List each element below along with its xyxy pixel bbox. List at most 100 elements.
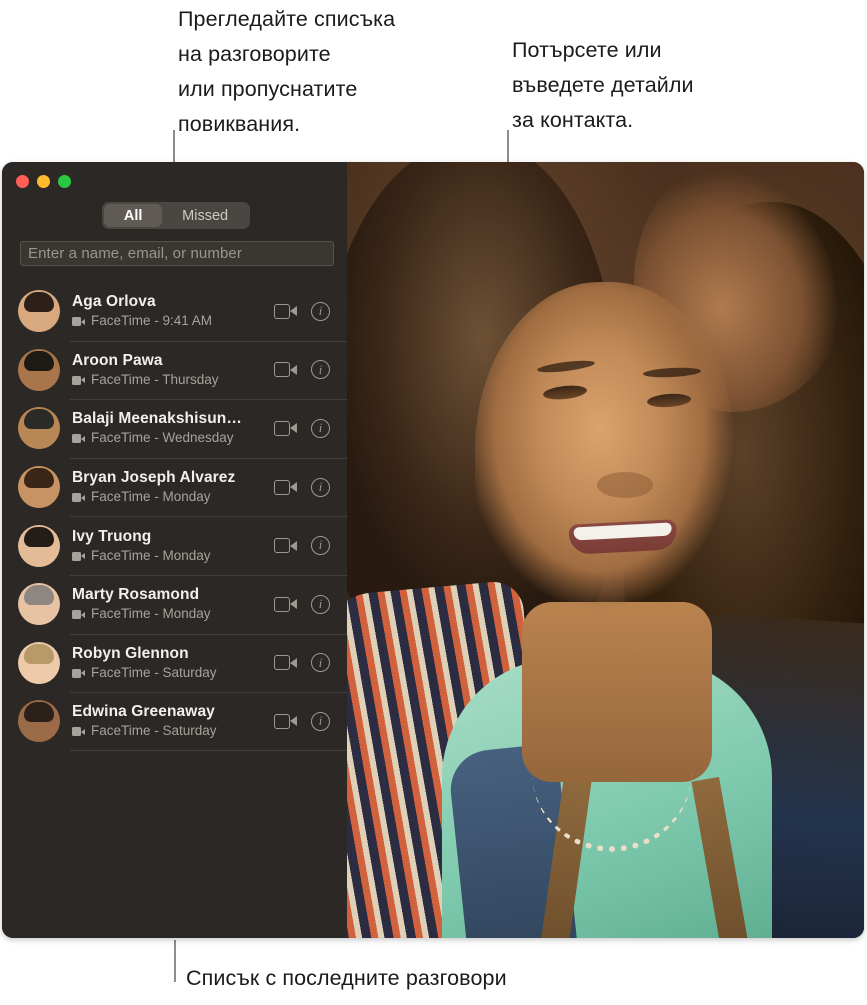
video-call-type-icon [72,551,85,561]
callout-text-search: Потърсете или въведете детайли за контак… [512,38,694,132]
avatar-hair [24,643,54,664]
call-detail: FaceTime - Saturday [72,722,274,740]
call-filter-segmented-control[interactable]: All Missed [102,202,250,229]
info-circle-icon[interactable]: i [311,301,330,321]
leader-line-bottom-stem [174,940,176,982]
window-traffic-lights [16,175,71,188]
avatar-hair [24,292,54,313]
avatar [18,466,60,509]
call-list-row[interactable]: Balaji Meenakshisun… FaceTime - Wednesday… [2,399,347,458]
call-row-text: Marty Rosamond FaceTime - Monday [72,585,274,623]
call-list-row[interactable]: Bryan Joseph Alvarez FaceTime - Monday i [2,457,347,517]
video-camera-icon[interactable] [274,596,297,612]
portrait-nose [597,472,653,498]
call-row-text: Robyn Glennon FaceTime - Saturday [72,644,274,682]
contact-name: Edwina Greenaway [72,703,215,721]
avatar [18,700,60,743]
segment-all[interactable]: All [104,204,163,227]
contact-name: Ivy Truong [72,527,152,545]
call-detail: FaceTime - Monday [72,547,274,565]
call-list-row[interactable]: Edwina Greenaway FaceTime - Saturday i [2,692,347,751]
call-detail-text: FaceTime - 9:41 AM [91,313,213,329]
call-detail: FaceTime - Monday [72,605,274,623]
recent-calls-list[interactable]: Aga Orlova FaceTime - 9:41 AM i Aroon Pawa F… [2,282,347,751]
avatar [18,290,60,333]
info-circle-icon[interactable]: i [311,711,330,731]
video-camera-icon[interactable] [274,303,297,319]
video-call-type-icon [72,375,85,385]
avatar [18,641,60,684]
search-placeholder-text: Enter a name, email, or number [28,245,242,262]
search-input[interactable]: Enter a name, email, or number [20,241,334,266]
video-call-type-icon [72,668,85,678]
call-row-text: Edwina Greenaway FaceTime - Saturday [72,702,274,740]
info-circle-icon[interactable]: i [311,477,330,497]
video-camera-icon[interactable] [274,713,297,729]
avatar-hair [24,526,54,547]
video-call-type-icon [72,493,85,503]
info-circle-icon[interactable]: i [311,536,330,556]
call-list-row[interactable]: Ivy Truong FaceTime - Monday i [2,516,347,575]
video-call-type-icon [72,610,85,620]
call-detail-text: FaceTime - Monday [91,606,211,622]
call-row-text: Balaji Meenakshisun… FaceTime - Wednesday [72,409,274,447]
call-row-actions: i [274,711,330,731]
call-row-actions: i [274,360,330,380]
video-call-type-icon [72,727,85,737]
video-preview-pane[interactable] [347,162,864,938]
avatar-hair [24,468,54,489]
avatar-hair [24,350,54,371]
callout-text-recent-list: Списък с последните разговори [186,966,507,990]
call-row-actions: i [274,301,330,321]
call-detail: FaceTime - 9:41 AM [72,312,274,330]
avatar [18,407,60,450]
video-camera-icon[interactable] [274,420,297,436]
call-row-actions: i [274,418,330,438]
window-zoom-button[interactable] [58,175,71,188]
call-row-actions: i [274,594,330,614]
call-row-actions: i [274,536,330,556]
window-minimize-button[interactable] [37,175,50,188]
avatar-hair [24,585,54,606]
portrait-mouth [568,519,678,555]
call-row-actions: i [274,653,330,673]
video-camera-icon[interactable] [274,479,297,495]
info-circle-icon[interactable]: i [311,653,330,673]
call-row-text: Aroon Pawa FaceTime - Thursday [72,351,274,389]
info-circle-icon[interactable]: i [311,594,330,614]
call-list-row[interactable]: Marty Rosamond FaceTime - Monday i [2,574,347,634]
contact-name: Robyn Glennon [72,644,189,662]
call-detail-text: FaceTime - Saturday [91,664,217,680]
call-row-actions: i [274,477,330,497]
video-call-type-icon [72,434,85,444]
avatar [18,524,60,567]
call-detail-text: FaceTime - Monday [91,489,211,505]
call-row-text: Ivy Truong FaceTime - Monday [72,527,274,565]
portrait-image [347,162,864,938]
portrait-teeth [573,522,672,541]
window-close-button[interactable] [16,175,29,188]
contact-name: Aroon Pawa [72,351,163,369]
video-call-type-icon [72,317,85,327]
call-list-sidebar: All Missed Enter a name, email, or number… [2,162,347,938]
facetime-window: All Missed Enter a name, email, or number… [2,162,864,938]
call-list-row[interactable]: Aroon Pawa FaceTime - Thursday i [2,340,347,400]
call-detail: FaceTime - Wednesday [72,429,274,447]
portrait-face [475,282,735,632]
screenshot-root: Прегледайте списъка на разговорите или п… [0,0,867,1005]
call-list-row[interactable]: Robyn Glennon FaceTime - Saturday i [2,633,347,693]
video-camera-icon[interactable] [274,362,297,378]
call-row-text: Aga Orlova FaceTime - 9:41 AM [72,292,274,330]
avatar [18,583,60,626]
avatar-hair [24,702,54,723]
call-list-row[interactable]: Aga Orlova FaceTime - 9:41 AM i [2,282,347,341]
call-detail: FaceTime - Saturday [72,664,274,682]
segment-missed[interactable]: Missed [162,204,248,227]
callout-text-call-list: Прегледайте списъка на разговорите или п… [178,7,396,136]
contact-name: Marty Rosamond [72,586,200,604]
info-circle-icon[interactable]: i [311,418,330,438]
video-camera-icon[interactable] [274,655,297,671]
call-detail-text: FaceTime - Thursday [91,371,219,387]
info-circle-icon[interactable]: i [311,360,330,380]
video-camera-icon[interactable] [274,538,297,554]
